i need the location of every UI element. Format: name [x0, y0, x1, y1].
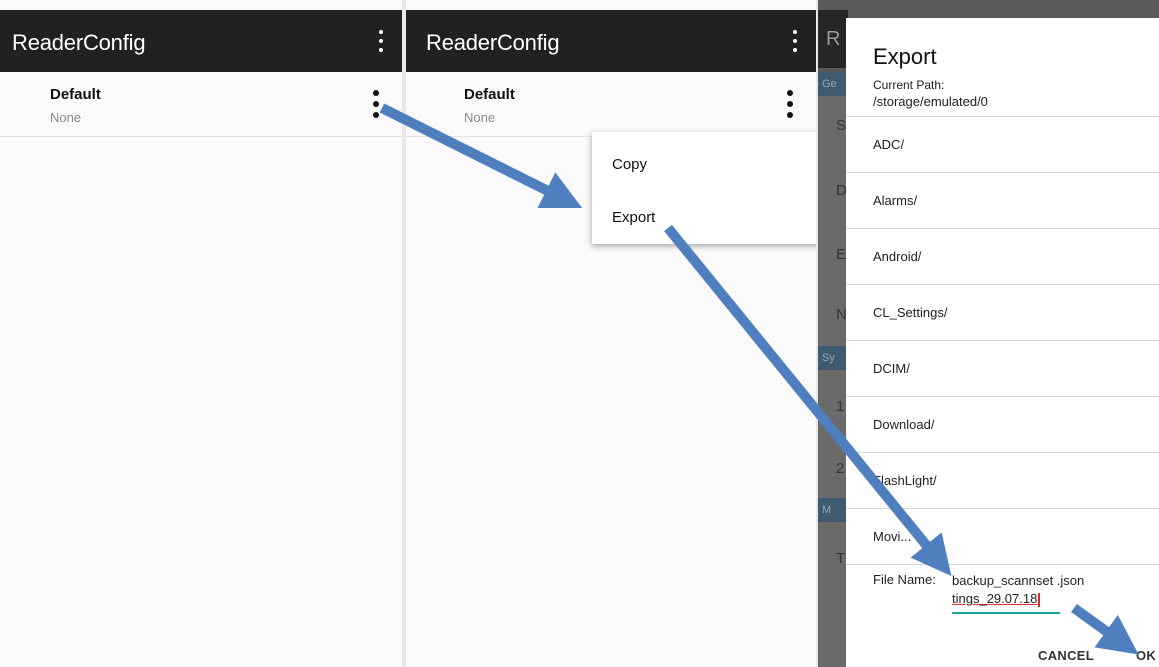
menu-item-copy[interactable]: Copy [612, 156, 647, 173]
config-row-default[interactable]: Default None [0, 72, 402, 137]
background-item-letter: 2 [836, 460, 845, 477]
background-section-header: Ge [818, 72, 848, 96]
directory-item[interactable]: Alarms/ [846, 172, 1159, 229]
file-name-label: File Name: [873, 572, 936, 587]
row-overflow-menu-icon[interactable] [786, 90, 794, 118]
background-section-header: M [818, 498, 848, 522]
ok-button[interactable]: OK [1136, 648, 1156, 663]
directory-item[interactable]: ADC/ [846, 116, 1159, 173]
list-divider [846, 564, 1159, 565]
overflow-menu-icon[interactable] [376, 30, 386, 52]
file-name-line-2: tings_29.07.18 [952, 590, 1112, 608]
cancel-button[interactable]: CANCEL [1038, 648, 1094, 663]
popup-menu: Copy Export [592, 132, 816, 244]
directory-label: FlashLight/ [873, 473, 937, 488]
directory-item[interactable]: CL_Settings/ [846, 284, 1159, 341]
background-item-letter: T [836, 550, 846, 567]
background-item-letter: E [836, 246, 847, 263]
config-name: Default [464, 86, 515, 103]
config-row-default[interactable]: Default None [406, 72, 816, 137]
screen-3: R Ge S D E N Sy 1 2 M T Export Current P… [818, 0, 1159, 667]
directory-item[interactable]: FlashLight/ [846, 452, 1159, 509]
dialog-title: Export [873, 44, 937, 69]
screen-1: ReaderConfig Default None [0, 0, 402, 667]
background-app-bar: R [818, 10, 848, 68]
directory-item[interactable]: DCIM/ [846, 340, 1159, 397]
export-dialog: Export Current Path: /storage/emulated/0… [846, 18, 1159, 667]
background-title-letter: R [826, 28, 841, 50]
directory-label: Android/ [873, 249, 922, 264]
directory-label: Download/ [873, 417, 935, 432]
current-path: /storage/emulated/0 [873, 94, 988, 109]
app-bar: ReaderConfig [0, 10, 402, 72]
directory-label: Alarms/ [873, 193, 918, 208]
background-list [818, 522, 848, 667]
config-subtitle: None [50, 110, 82, 125]
app-title: ReaderConfig [426, 30, 560, 55]
directory-label: ADC/ [873, 137, 905, 152]
row-overflow-menu-icon[interactable] [372, 90, 380, 118]
input-underline [952, 612, 1060, 614]
file-name-line-2-text: tings_29.07.18 [952, 591, 1038, 606]
app-bar: ReaderConfig [406, 10, 816, 72]
background-item-letter: S [836, 117, 847, 134]
text-cursor [1038, 592, 1041, 607]
current-path-label: Current Path: [873, 78, 945, 92]
background-item-letter: 1 [836, 398, 845, 415]
screen-2: ReaderConfig Default None Copy Export [406, 0, 816, 667]
config-name: Default [50, 86, 101, 103]
directory-item[interactable]: Android/ [846, 228, 1159, 285]
app-title: ReaderConfig [12, 30, 146, 55]
directory-item[interactable]: Download/ [846, 396, 1159, 453]
overflow-menu-icon[interactable] [790, 30, 800, 52]
background-list [818, 370, 848, 498]
directory-label: CL_Settings/ [873, 305, 948, 320]
file-name-line-1: backup_scannset .json [952, 573, 1085, 588]
background-section-header: Sy [818, 346, 848, 370]
directory-item[interactable]: Movi... [846, 508, 1159, 565]
config-subtitle: None [464, 110, 496, 125]
directory-label: Movi... [873, 529, 912, 544]
menu-item-export[interactable]: Export [612, 209, 655, 226]
file-name-input[interactable]: backup_scannset .json tings_29.07.18 [952, 572, 1112, 608]
directory-label: DCIM/ [873, 361, 910, 376]
